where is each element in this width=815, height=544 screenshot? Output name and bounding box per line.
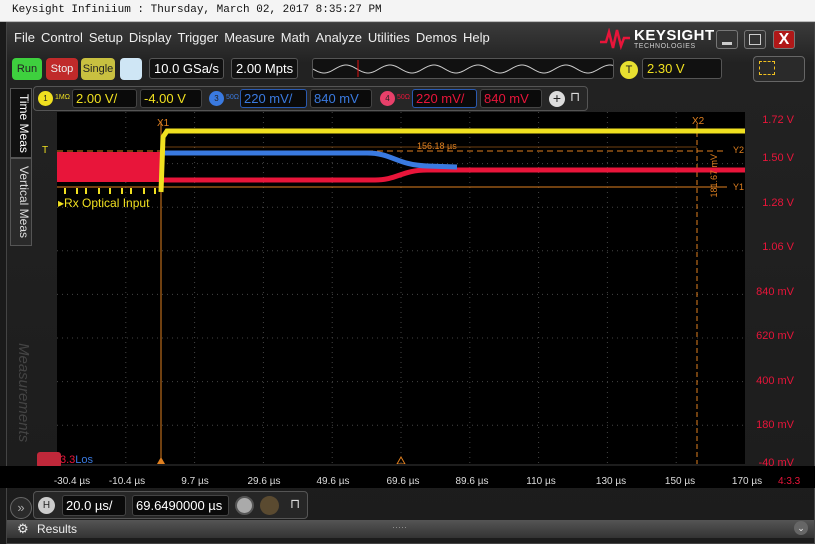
x-tick: 69.6 µs [386,476,420,487]
close-button[interactable]: X [773,30,795,49]
zoom-box-icon[interactable] [753,56,805,82]
menu-trigger[interactable]: Trigger [177,30,218,50]
zoom-icon[interactable] [235,496,254,515]
channel-4-scale[interactable]: 220 mV/ [412,89,477,108]
trigger-position-marker [157,457,165,464]
x-tick: 170 µs [731,476,763,487]
tab-measurements[interactable]: Measurements [10,318,32,468]
y-tick: 400 mV [756,375,794,387]
channel-1-scale[interactable]: 2.00 V/ [72,89,137,108]
corner-label: 4:3.3 [778,476,801,487]
channel-3-offset[interactable]: 840 mV [310,89,372,108]
expand-icon[interactable]: » [10,497,32,519]
collapse-icon[interactable]: ⌄ [794,521,808,535]
channel-4-noise-band [57,152,161,182]
cursor-x2-label[interactable]: X2 [692,116,704,127]
wave-logo-icon [600,28,630,50]
add-channel-icon[interactable]: + [549,91,565,107]
pin-icon[interactable]: ⊓ [570,89,580,105]
horizontal-position[interactable]: 69.6490000 µs [132,495,229,516]
channel-1-badge[interactable]: 1 [38,91,53,106]
trigger-level[interactable]: 2.30 V [642,58,722,79]
y-tick: 1.72 V [762,114,794,126]
x-tick: 29.6 µs [247,476,281,487]
menu-demos[interactable]: Demos [416,30,457,50]
delta-x-readout: 156.18 µs [417,141,457,151]
side-tabs: Time Meas Vertical Meas Measurements [10,88,32,468]
channel-3-waveform [161,150,458,170]
menu-help[interactable]: Help [463,30,490,50]
run-button[interactable]: Run [12,58,42,80]
x-tick: -30.4 µs [53,476,91,487]
menu-math[interactable]: Math [281,30,310,50]
x-tick: 130 µs [595,476,627,487]
title-bar: Keysight Infiniium : Thursday, March 02,… [0,0,815,22]
waveform-display[interactable]: X1 X2 Y2 Y1 156.18 µs 181.67 mV T ▸Rx Op… [37,112,745,468]
menu-control[interactable]: Control [41,30,83,50]
minimize-button[interactable] [716,30,738,49]
waveform-overview[interactable] [312,58,614,79]
channel-4-label: 3.3Los [60,454,94,466]
menu-display[interactable]: Display [129,30,172,50]
memory-depth[interactable]: 2.00 Mpts [231,58,299,79]
menu-file[interactable]: File [14,30,35,50]
tab-time-meas[interactable]: Time Meas [10,88,32,158]
keysight-logo: KEYSIGHT TECHNOLOGIES [600,28,715,50]
maximize-button[interactable] [744,30,766,49]
x-tick: 110 µs [526,476,556,487]
channel-3-scale[interactable]: 220 mV/ [240,89,307,108]
channel-1-offset[interactable]: -4.00 V [140,89,202,108]
x-tick: 49.6 µs [316,476,350,487]
y-tick: 620 mV [756,330,794,342]
gear-icon[interactable]: ⚙ [17,521,29,537]
channel-4-badge[interactable]: 4 [380,91,395,106]
x-tick: 9.7 µs [181,476,209,487]
channel-4-waveform [161,167,745,183]
menu-bar: File Control Setup Display Trigger Measu… [14,30,490,50]
cursor-y2-label[interactable]: Y2 [733,145,744,155]
x-tick: 89.6 µs [455,476,489,487]
results-panel-header[interactable]: ⚙ Results ····· ⌄ [7,520,814,538]
y-tick: 1.50 V [762,152,794,164]
horizontal-badge[interactable]: H [38,497,55,514]
y-tick: 1.28 V [762,197,794,209]
y-tick: 180 mV [756,419,794,431]
y-axis: 1.72 V 1.50 V 1.28 V 1.06 V 840 mV 620 m… [748,112,808,469]
menu-utilities[interactable]: Utilities [368,30,410,50]
stop-button[interactable]: Stop [46,58,78,80]
single-button[interactable]: Single [81,58,115,80]
trigger-level-marker[interactable]: T [42,145,48,156]
trigger-badge: T [620,61,638,79]
channel-4-offset[interactable]: 840 mV [480,89,542,108]
delta-y-readout: 181.67 mV [709,154,719,198]
channel-3-badge[interactable]: 3 [209,91,224,106]
cursor-x1-label[interactable]: X1 [157,118,169,129]
resize-grip[interactable]: ····· [392,522,407,532]
y-tick: 1.06 V [762,241,794,253]
tab-vertical-meas[interactable]: Vertical Meas [10,158,32,246]
navigate-icon[interactable] [260,496,279,515]
menu-analyze[interactable]: Analyze [316,30,362,50]
y-tick: 840 mV [756,286,794,298]
x-tick: -10.4 µs [108,476,146,487]
cursor-y1-label[interactable]: Y1 [733,182,744,192]
x-tick: 150 µs [664,476,696,487]
pin-icon[interactable]: ⊓ [290,496,300,512]
menu-setup[interactable]: Setup [89,30,123,50]
autoscale-icon[interactable] [120,58,142,80]
sample-rate[interactable]: 10.0 GSa/s [149,58,225,79]
menu-measure[interactable]: Measure [224,30,275,50]
horizontal-scale[interactable]: 20.0 µs/ [62,495,126,516]
channel-1-label: ▸Rx Optical Input [58,196,150,210]
